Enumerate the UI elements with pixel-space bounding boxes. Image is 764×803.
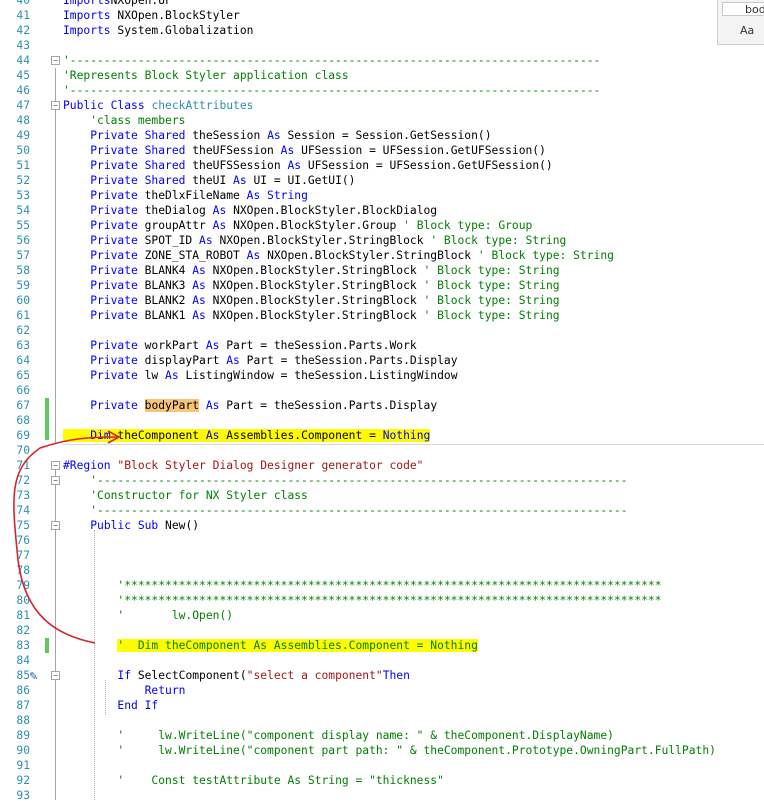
- annotation-arrow: [13, 430, 121, 644]
- match-case-icon[interactable]: Aa: [740, 24, 754, 37]
- find-panel: body Aa: [717, 0, 764, 45]
- find-search-input[interactable]: body: [722, 2, 764, 16]
